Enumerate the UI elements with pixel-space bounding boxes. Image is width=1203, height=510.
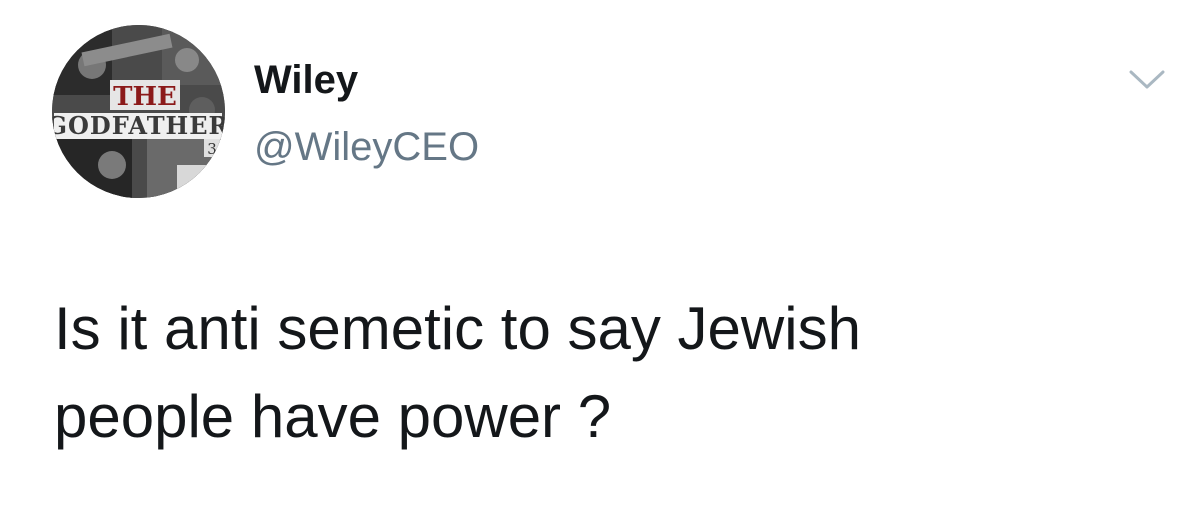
avatar-image: THE GODFATHER 3 [52, 25, 225, 198]
user-handle[interactable]: @WileyCEO [254, 123, 479, 171]
chevron-down-icon[interactable] [1128, 68, 1166, 92]
display-name[interactable]: Wiley [254, 56, 358, 104]
avatar[interactable]: THE GODFATHER 3 [52, 25, 225, 198]
avatar-text-main: GODFATHER [52, 111, 225, 140]
avatar-text-top: THE [113, 82, 177, 112]
tweet-text: Is it anti semetic to say Jewish people … [54, 285, 1154, 461]
tweet-text-line: Is it anti semetic to say Jewish [54, 295, 861, 362]
tweet-text-line: people have power ? [54, 383, 612, 450]
avatar-text-num: 3 [207, 140, 217, 158]
tweet-card: THE GODFATHER 3 Wiley @WileyCEO Is it an… [0, 0, 1203, 510]
